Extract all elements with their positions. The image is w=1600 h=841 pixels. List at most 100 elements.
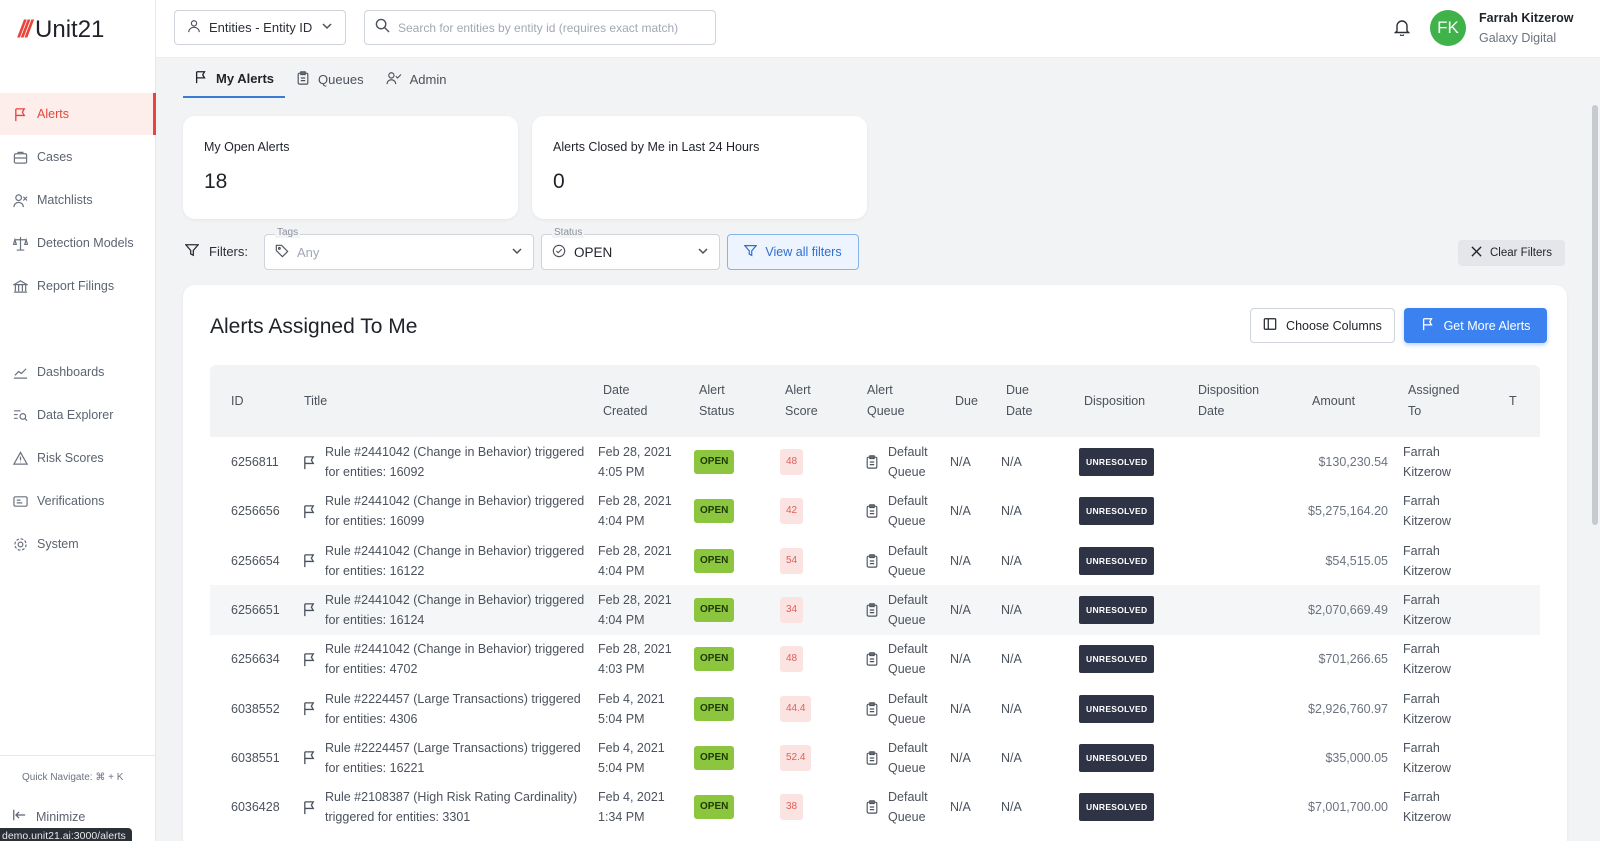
cell-score: 48 — [780, 634, 804, 684]
minimize-button[interactable]: Minimize — [12, 808, 85, 825]
sidebar-item-matchlists[interactable]: Matchlists — [0, 179, 156, 221]
cell-queue[interactable]: Default Queue — [888, 536, 928, 586]
user-check-icon — [386, 71, 402, 88]
quick-navigate-hint: Quick Navigate: ⌘ + K — [22, 772, 124, 783]
sidebar-item-detection-models[interactable]: Detection Models — [0, 222, 156, 264]
row-flag-icon[interactable] — [302, 437, 317, 487]
cell-queue[interactable]: Default Queue — [888, 634, 928, 684]
sidebar-item-dashboards[interactable]: Dashboards — [0, 351, 156, 393]
entity-type-select[interactable]: Entities - Entity ID — [174, 10, 346, 45]
due-date-value: N/A — [1001, 455, 1022, 469]
row-flag-icon[interactable] — [302, 585, 317, 635]
col-alert-score[interactable]: Alert Score — [785, 365, 818, 437]
cell-title[interactable]: Rule #2441042 (Change in Behavior) trigg… — [325, 536, 584, 586]
cell-queue[interactable]: Default Queue — [888, 486, 928, 536]
sidebar-item-alerts[interactable]: Alerts — [0, 93, 156, 135]
tab-queues[interactable]: Queues — [285, 60, 375, 98]
top-bar: Entities - Entity ID FK Farrah Kitzerow … — [156, 0, 1600, 58]
table-row[interactable]: 6256811 Rule #2441042 (Change in Behavior… — [210, 437, 1540, 487]
cell-title[interactable]: Rule #2224457 (Large Transactions) trigg… — [325, 733, 581, 783]
cell-title[interactable]: Rule #2441042 (Change in Behavior) trigg… — [325, 437, 584, 487]
row-flag-icon[interactable] — [302, 536, 317, 586]
cell-queue[interactable]: Default Queue — [888, 782, 928, 832]
score-badge: 52.4 — [780, 744, 812, 771]
view-all-filters-button[interactable]: View all filters — [727, 234, 859, 270]
col-id[interactable]: ID — [231, 365, 244, 437]
card-value: 18 — [204, 170, 228, 193]
col-date-created[interactable]: Date Created — [603, 365, 647, 437]
row-flag-icon[interactable] — [302, 486, 317, 536]
sidebar-item-verifications[interactable]: Verifications — [0, 480, 156, 522]
queue-line: Default — [888, 790, 928, 805]
col-alert-status[interactable]: Alert Status — [699, 365, 734, 437]
cell-queue[interactable]: Default Queue — [888, 684, 928, 734]
choose-columns-button[interactable]: Choose Columns — [1250, 308, 1395, 343]
due-date-value: N/A — [1001, 504, 1022, 519]
due-value: N/A — [950, 750, 971, 765]
cell-due: N/A — [950, 585, 971, 635]
col-amount[interactable]: Amount — [1312, 365, 1355, 437]
search-input[interactable] — [398, 20, 698, 35]
score-badge: 38 — [780, 794, 804, 821]
unit21-logo[interactable]: /// Unit21 — [18, 14, 104, 46]
cell-title[interactable]: Rule #2224457 (Large Transactions) trigg… — [325, 684, 581, 734]
due-date-value: N/A — [1001, 800, 1022, 815]
time-line: 4:04 PM — [598, 612, 645, 627]
row-flag-icon[interactable] — [302, 634, 317, 684]
avatar[interactable]: FK — [1430, 10, 1466, 46]
tab-my-alerts[interactable]: My Alerts — [183, 60, 286, 98]
table-row[interactable]: 6256634 Rule #2441042 (Change in Behavior… — [210, 634, 1540, 684]
row-flag-icon[interactable] — [302, 782, 317, 832]
clipboard-icon — [865, 585, 879, 635]
col-due-date[interactable]: Due Date — [1006, 365, 1032, 437]
cell-status: OPEN — [694, 634, 735, 684]
table-row[interactable]: 6256654 Rule #2441042 (Change in Behavior… — [210, 536, 1540, 586]
score-badge: 42 — [780, 498, 804, 525]
assignee-line: Kitzerow — [1403, 514, 1451, 529]
sidebar-item-system[interactable]: System — [0, 523, 156, 565]
row-flag-icon[interactable] — [302, 733, 317, 783]
table-row[interactable]: 6256656 Rule #2441042 (Change in Behavior… — [210, 486, 1540, 536]
cell-disposition: UNRESOLVED — [1079, 782, 1155, 832]
bell-icon[interactable] — [1393, 18, 1411, 41]
cell-title[interactable]: Rule #2441042 (Change in Behavior) trigg… — [325, 486, 584, 536]
status-filter[interactable]: Status OPEN — [541, 227, 720, 270]
cell-due: N/A — [950, 782, 971, 832]
clipboard-icon — [865, 684, 879, 734]
sidebar-item-cases[interactable]: Cases — [0, 136, 156, 178]
sidebar-item-data-explorer[interactable]: Data Explorer — [0, 394, 156, 436]
alert-id: 6256634 — [231, 652, 280, 667]
cell-queue[interactable]: Default Queue — [888, 585, 928, 635]
choose-columns-label: Choose Columns — [1286, 318, 1382, 333]
table-row[interactable]: 6036428 Rule #2108387 (High Risk Rating C… — [210, 782, 1540, 832]
sidebar-item-risk-scores[interactable]: Risk Scores — [0, 437, 156, 479]
title-line: Rule #2441042 (Change in Behavior) trigg… — [325, 592, 585, 607]
tab-admin[interactable]: Admin — [375, 60, 458, 98]
table-row[interactable]: 6038551 Rule #2224457 (Large Transactions… — [210, 733, 1540, 783]
col-assigned-to[interactable]: Assigned To — [1408, 365, 1459, 437]
cell-date-created: Feb 28, 2021 4:03 PM — [598, 634, 672, 684]
page-scrollbar[interactable] — [1592, 105, 1598, 525]
entity-search — [364, 10, 716, 45]
cell-queue[interactable]: Default Queue — [888, 733, 928, 783]
clipboard-icon — [865, 733, 879, 783]
cell-queue[interactable]: Default Queue — [888, 437, 928, 487]
due-value: N/A — [950, 800, 971, 815]
cell-due-date: N/A — [1001, 585, 1022, 635]
clear-filters-button[interactable]: Clear Filters — [1458, 240, 1565, 266]
cell-title[interactable]: Rule #2441042 (Change in Behavior) trigg… — [325, 634, 584, 684]
cell-title[interactable]: Rule #2441042 (Change in Behavior) trigg… — [325, 585, 584, 635]
table-row[interactable]: 6256651 Rule #2441042 (Change in Behavior… — [210, 584, 1540, 635]
tags-filter[interactable]: Tags Any — [264, 227, 534, 270]
sidebar-item-report-filings[interactable]: Report Filings — [0, 265, 156, 307]
col-disposition-date[interactable]: Disposition Date — [1198, 365, 1259, 437]
col-due[interactable]: Due — [955, 365, 978, 437]
table-row[interactable]: 6038552 Rule #2224457 (Large Transactions… — [210, 684, 1540, 734]
get-more-alerts-button[interactable]: Get More Alerts — [1404, 308, 1547, 343]
col-truncated[interactable]: T — [1509, 365, 1517, 437]
row-flag-icon[interactable] — [302, 684, 317, 734]
col-title[interactable]: Title — [304, 365, 327, 437]
col-disposition[interactable]: Disposition — [1084, 365, 1145, 437]
cell-title[interactable]: Rule #2108387 (High Risk Rating Cardinal… — [325, 782, 577, 832]
col-alert-queue[interactable]: Alert Queue — [867, 365, 905, 437]
